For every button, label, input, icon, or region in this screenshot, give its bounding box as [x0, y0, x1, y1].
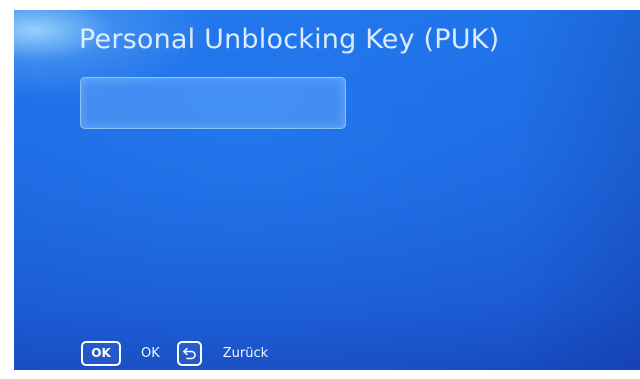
footer-hint-bar: OK OK Zurück: [81, 340, 268, 366]
back-arrow-glyph: [182, 347, 196, 359]
ok-key-icon[interactable]: OK: [81, 340, 121, 366]
page-title: Personal Unblocking Key (PUK): [79, 24, 500, 55]
ok-button-label[interactable]: OK: [141, 346, 160, 361]
puk-entry-screen: Personal Unblocking Key (PUK) OK OK Zurü…: [14, 10, 640, 370]
puk-input[interactable]: [80, 77, 346, 129]
back-arrow-icon[interactable]: [176, 340, 202, 366]
ok-key-badge-text: OK: [91, 346, 111, 360]
back-button-label[interactable]: Zurück: [223, 346, 268, 361]
